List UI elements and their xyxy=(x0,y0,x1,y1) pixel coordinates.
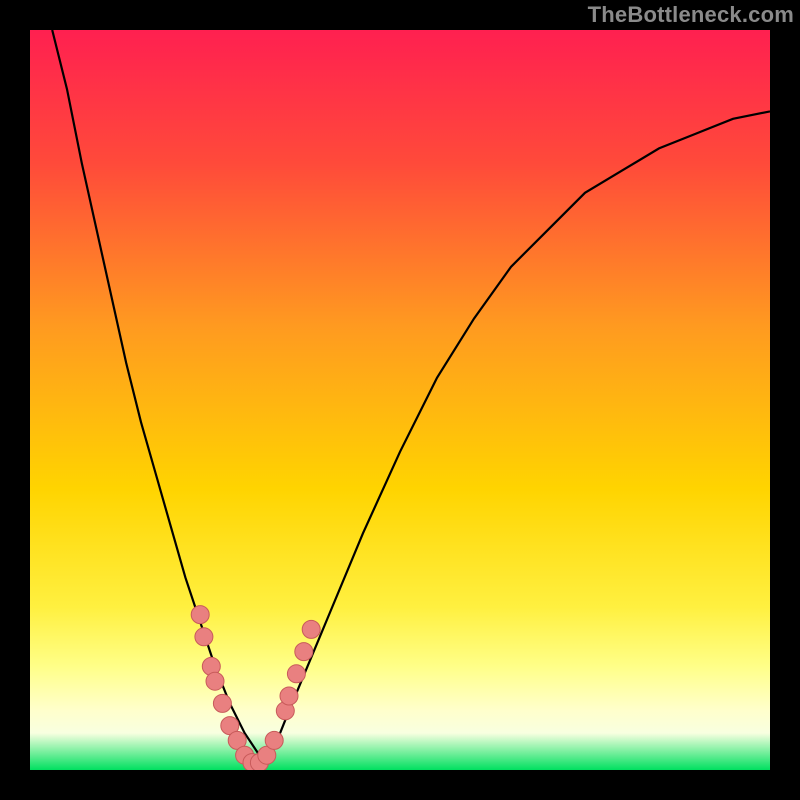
data-point xyxy=(287,665,305,683)
data-point xyxy=(280,687,298,705)
chart-frame: TheBottleneck.com xyxy=(0,0,800,800)
data-point xyxy=(295,643,313,661)
plot-area xyxy=(30,30,770,770)
data-point xyxy=(195,628,213,646)
data-point xyxy=(302,620,320,638)
data-point xyxy=(206,672,224,690)
data-points xyxy=(30,30,770,770)
watermark-text: TheBottleneck.com xyxy=(588,2,794,28)
data-point xyxy=(213,694,231,712)
data-point xyxy=(265,731,283,749)
data-point xyxy=(191,606,209,624)
